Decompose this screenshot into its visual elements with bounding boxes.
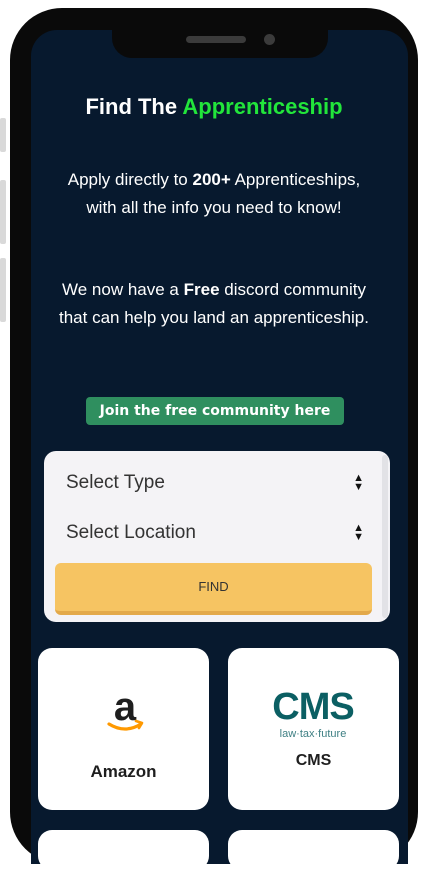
find-button[interactable]: FIND xyxy=(55,563,372,615)
community-free: Free xyxy=(183,280,220,299)
community-text: We now have a xyxy=(62,280,184,299)
phone-side-button xyxy=(0,258,6,322)
community-paragraph: We now have a Free discord community tha… xyxy=(58,276,370,331)
title-prefix: Find The xyxy=(85,94,183,119)
svg-text:a: a xyxy=(114,690,137,729)
cms-logo: CMS law·tax·future xyxy=(265,686,361,742)
cms-logo-text: CMS xyxy=(272,686,354,728)
select-arrows-icon: ▲ ▼ xyxy=(353,522,364,543)
select-arrows-icon: ▲ ▼ xyxy=(353,472,364,493)
intro-text: Apply directly to xyxy=(67,170,193,189)
join-community-button[interactable]: Join the free community here xyxy=(86,397,344,425)
amazon-logo-icon: a xyxy=(107,690,144,731)
location-select[interactable]: Select Location ▲ ▼ xyxy=(66,518,364,548)
intro-count: 200+ xyxy=(192,170,231,189)
company-name: CMS xyxy=(295,752,332,769)
speaker-grille xyxy=(186,36,246,43)
title-accent: Apprenticeship xyxy=(182,94,343,119)
intro-paragraph: Apply directly to 200+ Apprenticeships, … xyxy=(58,166,370,221)
front-camera xyxy=(264,34,275,45)
company-card[interactable] xyxy=(38,830,209,870)
page-title: Find The Apprenticeship xyxy=(0,94,428,120)
company-card-cms[interactable]: CMS law·tax·future CMS xyxy=(228,648,399,810)
phone-side-button xyxy=(0,118,6,152)
company-card[interactable] xyxy=(228,830,399,870)
company-name: Amazon xyxy=(90,762,157,781)
cms-tagline: law·tax·future xyxy=(279,728,347,740)
search-form: Select Type ▲ ▼ Select Location ▲ ▼ FIND xyxy=(44,451,390,622)
scrollbar[interactable] xyxy=(382,455,388,618)
location-select-label: Select Location xyxy=(66,522,196,543)
phone-side-button xyxy=(0,180,6,244)
type-select-label: Select Type xyxy=(66,472,165,493)
type-select[interactable]: Select Type ▲ ▼ xyxy=(66,468,364,498)
company-card-amazon[interactable]: a Amazon xyxy=(38,648,209,810)
